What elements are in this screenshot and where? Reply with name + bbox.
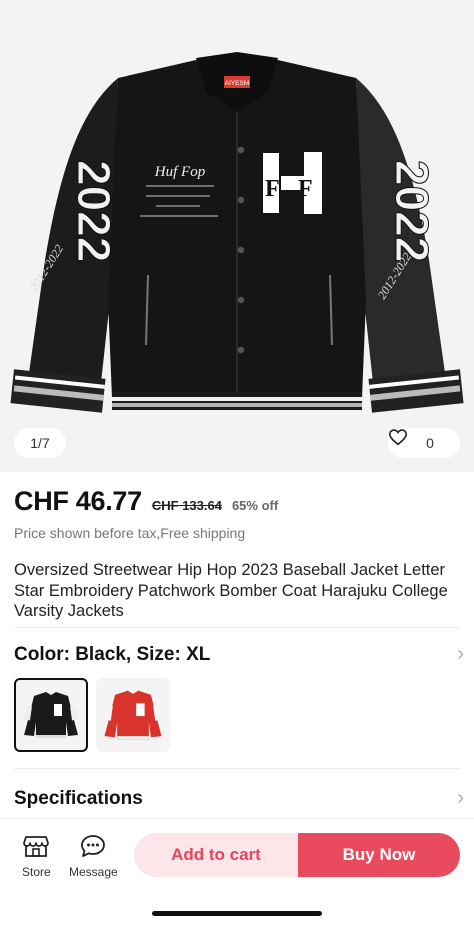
left-sleeve-number: 2022 [68,160,120,262]
original-price: CHF 133.64 [151,498,222,513]
black-jacket-thumbnail [24,692,78,738]
price-row: CHF 46.77 CHF 133.64 65% off [14,486,278,517]
specifications-row[interactable]: Specifications › [14,787,464,810]
tax-shipping-note: Price shown before tax,Free shipping [14,525,246,541]
add-to-cart-button[interactable]: Add to cart [134,833,298,877]
image-counter-text: 1/7 [30,435,50,451]
message-label: Message [69,865,118,879]
message-icon [80,834,106,861]
home-indicator[interactable] [152,911,322,916]
chevron-right-icon: › [457,643,464,665]
buy-now-button[interactable]: Buy Now [298,833,460,877]
jacket-label-text: AIYESM [225,80,250,87]
store-icon [23,834,50,861]
bottom-action-bar: Store Message Add to cart Buy Now [0,818,474,925]
discount-badge: 65% off [231,498,279,513]
svg-text:F: F [265,176,280,202]
red-jacket-thumbnail [104,690,162,740]
product-image-gallery[interactable]: AIYESM Huf Fop F F 2022 2022 2012-2022 2… [0,0,474,472]
favorite-button[interactable]: 0 [388,428,460,458]
store-label: Store [22,865,51,879]
message-button[interactable]: Message [69,834,118,879]
current-price: CHF 46.77 [14,486,142,516]
image-counter: 1/7 [14,428,66,458]
product-title: Oversized Streetwear Hip Hop 2023 Baseba… [14,561,448,620]
variant-label: Color: Black, Size: XL [14,643,211,665]
color-swatch-red[interactable] [96,678,170,752]
svg-text:F: F [298,176,313,202]
divider [14,627,460,628]
divider [14,768,460,769]
store-button[interactable]: Store [22,834,51,879]
varsity-jacket-image: AIYESM Huf Fop F F 2022 2022 2012-2022 2… [10,52,464,413]
variant-selector-row[interactable]: Color: Black, Size: XL › [14,643,464,666]
chevron-right-icon: › [457,787,464,809]
right-sleeve-number: 2022 [386,160,438,262]
jacket-chest-script: Huf Fop [154,164,206,180]
favorite-count: 0 [426,435,434,451]
specifications-label: Specifications [14,787,143,809]
color-swatch-black[interactable] [14,678,88,752]
